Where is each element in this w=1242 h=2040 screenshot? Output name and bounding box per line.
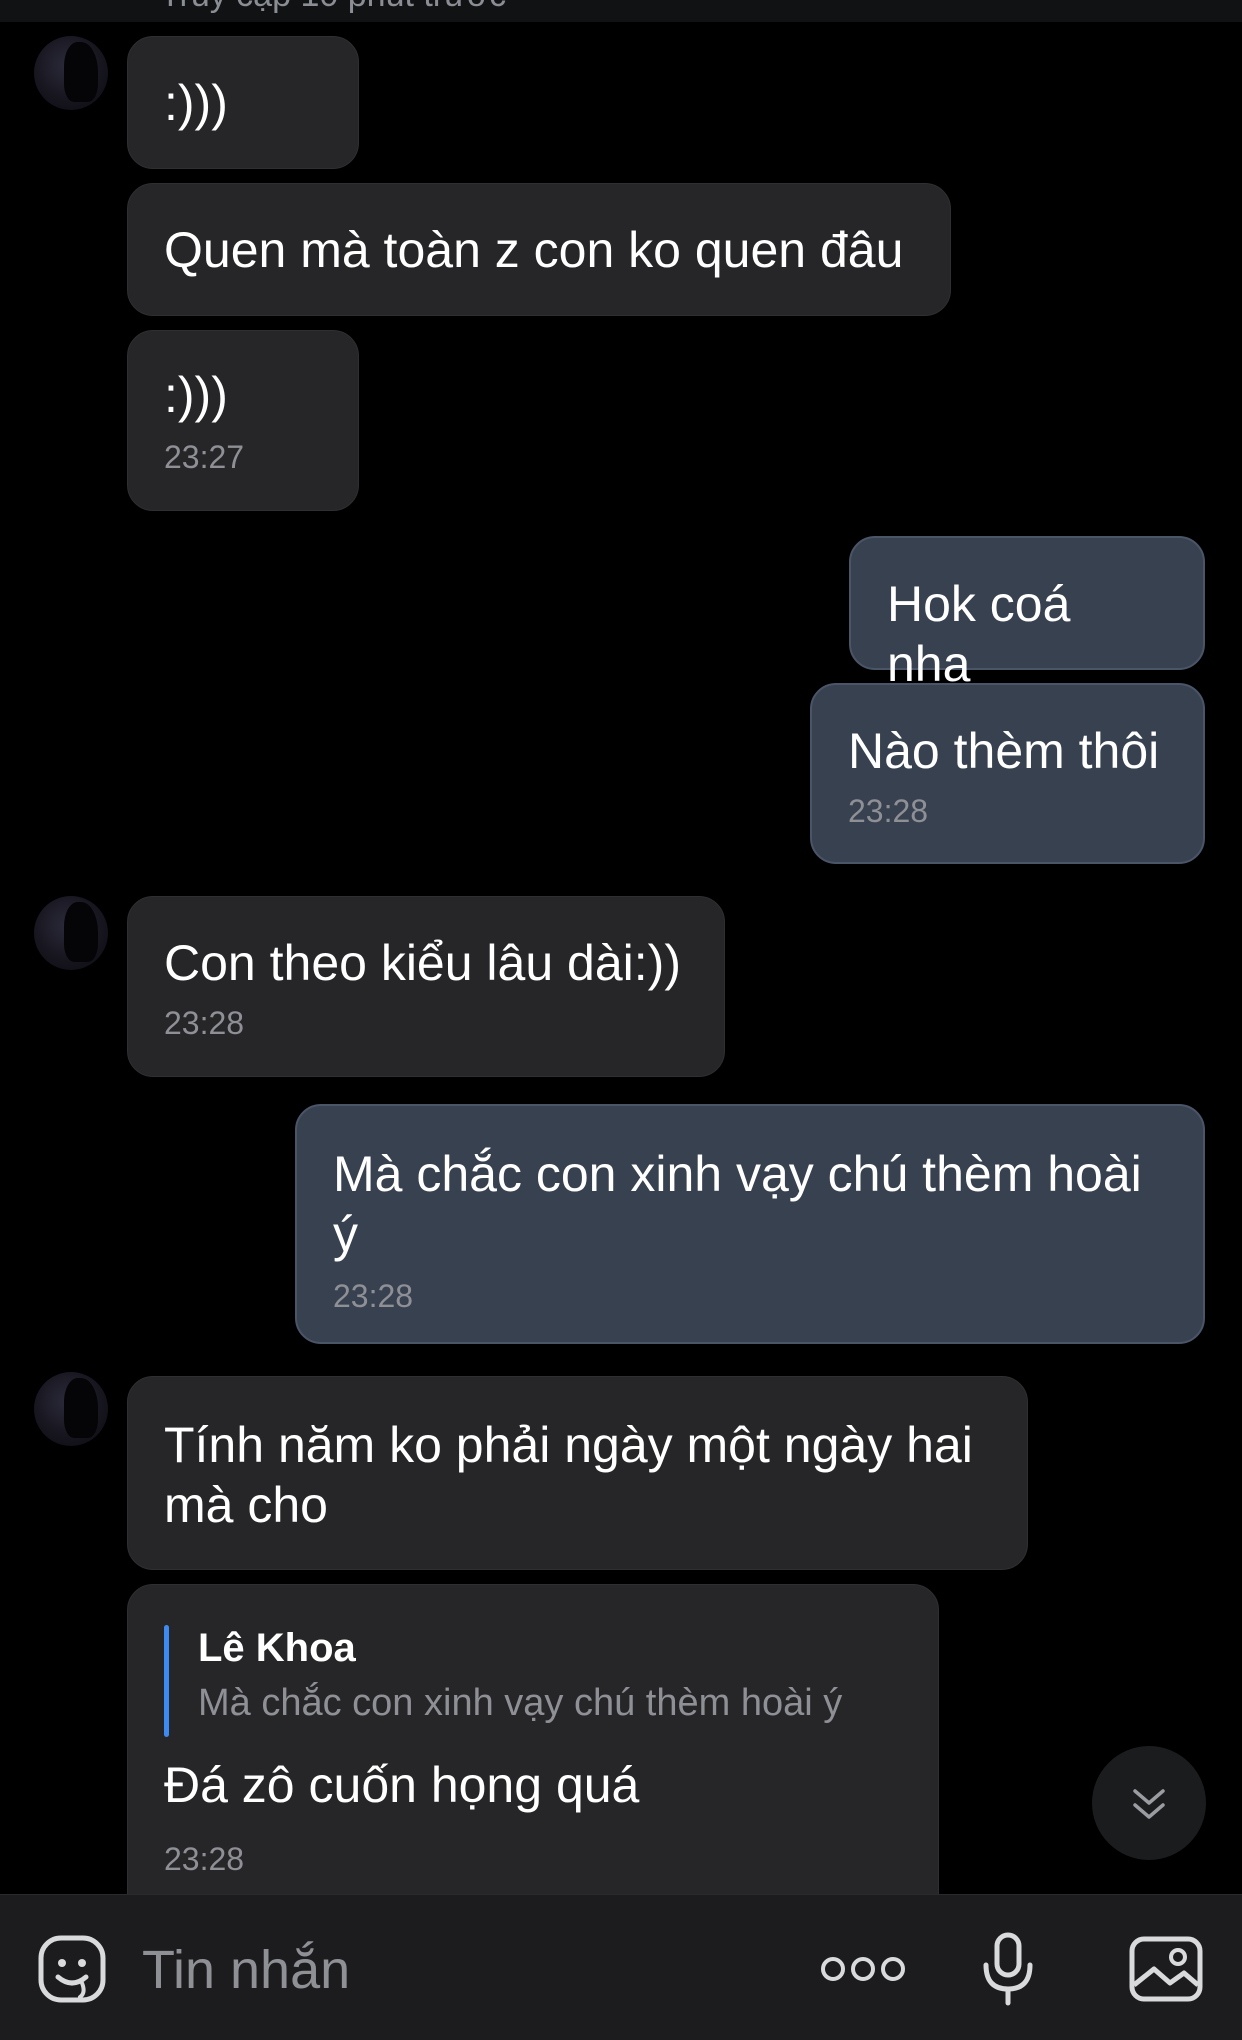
message-bubble-incoming[interactable]: Tính năm ko phải ngày một ngày hai mà ch… xyxy=(127,1376,1028,1570)
reply-quote[interactable]: Lê Khoa Mà chắc con xinh vạy chú thèm ho… xyxy=(164,1623,902,1737)
message-input[interactable] xyxy=(142,1935,782,2005)
message-bubble-incoming[interactable]: Quen mà toàn z con ko quen đâu xyxy=(127,183,951,316)
message-bubble-outgoing[interactable]: Nào thèm thôi 23:28 xyxy=(810,683,1205,864)
microphone-icon xyxy=(980,1931,1036,2007)
message-text: Tính năm ko phải ngày một ngày hai mà ch… xyxy=(164,1417,973,1533)
message-text: :))) xyxy=(164,75,228,131)
message-text: Hok coá nha xyxy=(887,576,1071,692)
voice-message-button[interactable] xyxy=(980,1931,1036,2007)
message-bubble-outgoing[interactable]: Mà chắc con xinh vạy chú thèm hoài ý 23:… xyxy=(295,1104,1205,1344)
message-text: Mà chắc con xinh vạy chú thèm hoài ý xyxy=(333,1146,1142,1262)
message-time: 23:28 xyxy=(164,1005,245,1041)
message-composer xyxy=(0,1894,1242,2040)
more-icon xyxy=(820,1947,906,1991)
contact-avatar[interactable] xyxy=(34,896,108,970)
reply-quote-text: Mà chắc con xinh vạy chú thèm hoài ý xyxy=(198,1682,843,1724)
reply-quote-sender: Lê Khoa xyxy=(198,1626,356,1670)
message-bubble-incoming[interactable]: Con theo kiểu lâu dài:)) 23:28 xyxy=(127,896,725,1077)
photo-icon xyxy=(1128,1933,1204,2005)
contact-avatar[interactable] xyxy=(34,1372,108,1446)
chat-header: Truy cập 10 phút trước xyxy=(0,0,1242,22)
message-time: 23:28 xyxy=(333,1278,414,1314)
message-bubble-incoming[interactable]: :))) 23:27 xyxy=(127,330,359,511)
message-bubble-incoming-reply[interactable]: Lê Khoa Mà chắc con xinh vạy chú thèm ho… xyxy=(127,1584,939,1924)
message-time: 23:27 xyxy=(164,439,245,475)
photo-button[interactable] xyxy=(1128,1933,1204,2005)
message-bubble-incoming[interactable]: :))) xyxy=(127,36,359,169)
message-time: 23:28 xyxy=(164,1841,245,1877)
scroll-to-bottom-button[interactable] xyxy=(1092,1746,1206,1860)
message-text: Nào thèm thôi xyxy=(848,723,1160,779)
message-text: Con theo kiểu lâu dài:)) xyxy=(164,935,681,991)
last-active-status: Truy cập 10 phút trước xyxy=(160,0,506,15)
contact-avatar[interactable] xyxy=(34,36,108,110)
message-time: 23:28 xyxy=(848,793,929,829)
message-text: Quen mà toàn z con ko quen đâu xyxy=(164,222,904,278)
message-bubble-outgoing[interactable]: Hok coá nha xyxy=(849,536,1205,692)
emoji-button[interactable] xyxy=(36,1933,108,2005)
more-options-button[interactable] xyxy=(820,1947,906,1991)
chevron-double-down-icon xyxy=(1129,1783,1169,1823)
emoji-icon xyxy=(36,1933,108,2005)
message-text: :))) xyxy=(164,367,228,423)
reply-quote-bar xyxy=(164,1625,169,1737)
message-text: Đá zô cuốn họng quá xyxy=(164,1757,640,1813)
